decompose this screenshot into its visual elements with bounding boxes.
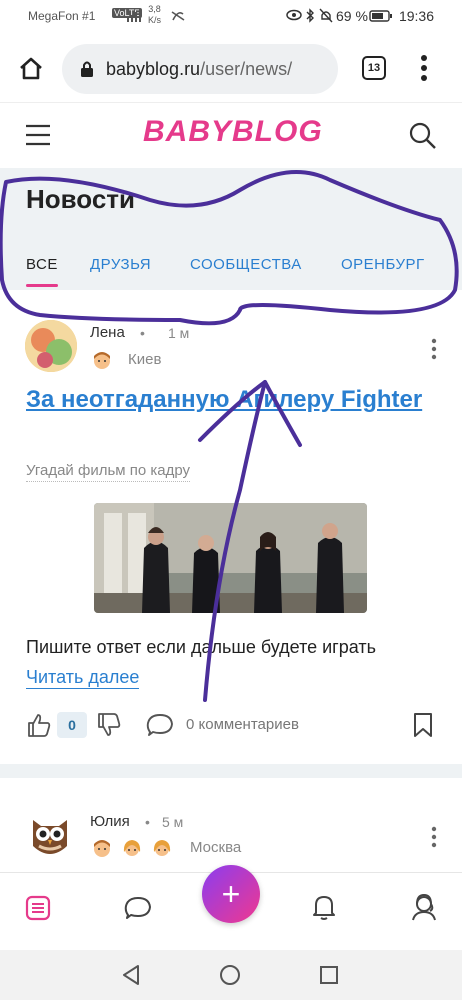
home-circle-icon[interactable] bbox=[219, 964, 241, 986]
post-time-dot: • bbox=[145, 814, 150, 830]
comment-icon[interactable] bbox=[146, 712, 174, 738]
avatar-image bbox=[25, 320, 77, 372]
eye-icon bbox=[286, 9, 302, 21]
bookmark-icon[interactable] bbox=[412, 712, 434, 738]
owl-avatar-image bbox=[25, 810, 75, 860]
feed-separator bbox=[0, 764, 462, 778]
system-nav-bar bbox=[0, 950, 462, 1000]
like-icon[interactable] bbox=[26, 712, 52, 738]
tab-orenburg[interactable]: ОРЕНБУРГ bbox=[341, 256, 425, 273]
create-post-button[interactable]: + bbox=[202, 865, 260, 923]
tab-all[interactable]: ВСЕ bbox=[26, 256, 58, 273]
likes-count: 0 bbox=[57, 712, 87, 738]
read-more-link[interactable]: Читать далее bbox=[26, 667, 140, 689]
child-boy-icon bbox=[94, 352, 110, 369]
home-icon[interactable] bbox=[18, 56, 44, 80]
post-city: Москва bbox=[190, 839, 242, 856]
net-speed-value: 3,8 bbox=[148, 4, 161, 14]
kebab-icon[interactable] bbox=[420, 54, 428, 82]
tab-friends[interactable]: ДРУЗЬЯ bbox=[90, 256, 151, 273]
post-time: 5 м bbox=[162, 814, 184, 830]
battery-icon bbox=[369, 10, 392, 22]
profile-icon[interactable] bbox=[410, 893, 438, 921]
chat-icon[interactable] bbox=[124, 895, 152, 921]
status-bar: MegaFon #1 VoLTE 3,8 K/s 69 % 19:36 bbox=[0, 0, 462, 34]
recents-icon[interactable] bbox=[319, 965, 339, 985]
active-tab-underline bbox=[26, 284, 58, 287]
site-header: BABYBLOG bbox=[0, 102, 462, 168]
movie-frame-image bbox=[94, 503, 367, 613]
lock-icon bbox=[81, 61, 93, 77]
avatar[interactable] bbox=[25, 810, 75, 860]
signal-icon bbox=[127, 9, 141, 22]
post-city: Киев bbox=[128, 351, 162, 368]
net-speed: 3,8 K/s bbox=[148, 4, 161, 26]
clock: 19:36 bbox=[398, 8, 434, 24]
post-menu-icon[interactable] bbox=[430, 826, 438, 848]
url-path: /user/news/ bbox=[200, 58, 293, 79]
net-speed-unit: K/s bbox=[148, 15, 162, 25]
page-title: Новости bbox=[26, 184, 136, 214]
news-section-header: Новости ВСЕ ДРУЗЬЯ СООБЩЕСТВА ОРЕНБУРГ bbox=[0, 168, 462, 290]
mute-bell-icon bbox=[319, 8, 333, 23]
child-girl-icon bbox=[123, 840, 141, 856]
comments-count-link[interactable]: 0 комментариев bbox=[186, 716, 299, 733]
search-icon[interactable] bbox=[408, 121, 438, 151]
post-category-link[interactable]: Угадай фильм по кадру bbox=[26, 462, 191, 482]
tab-communities[interactable]: СООБЩЕСТВА bbox=[190, 256, 302, 273]
bell-icon[interactable] bbox=[312, 893, 336, 921]
url-bar[interactable]: babyblog.ru/user/news/ bbox=[62, 44, 338, 94]
post-title-link[interactable]: За неотгаданную Агилеру Fighter bbox=[26, 384, 426, 416]
post-time: 1 м bbox=[168, 325, 190, 341]
no-disturb-icon bbox=[171, 11, 185, 21]
site-logo[interactable]: BABYBLOG bbox=[143, 115, 323, 149]
post-author[interactable]: Лена bbox=[90, 324, 125, 341]
browser-toolbar: babyblog.ru/user/news/ 13 bbox=[0, 34, 462, 102]
child-boy-icon bbox=[94, 840, 110, 857]
tabs-count-button[interactable]: 13 bbox=[362, 56, 386, 80]
post-card: Юлия • 5 м Москва bbox=[0, 778, 462, 872]
battery-percent: 69 % bbox=[336, 8, 368, 24]
bluetooth-icon bbox=[306, 8, 314, 23]
url-host: babyblog.ru bbox=[106, 58, 201, 79]
feed-icon[interactable] bbox=[25, 895, 51, 921]
back-icon[interactable] bbox=[121, 964, 141, 986]
avatar[interactable] bbox=[25, 320, 77, 372]
child-girl-icon bbox=[153, 840, 171, 856]
post-author[interactable]: Юлия bbox=[90, 813, 130, 830]
post-time-dot: • bbox=[140, 325, 145, 341]
dislike-icon[interactable] bbox=[96, 712, 122, 738]
menu-icon[interactable] bbox=[24, 123, 52, 147]
carrier-label: MegaFon #1 bbox=[28, 9, 96, 23]
post-excerpt: Пишите ответ если дальше будете играть bbox=[26, 637, 376, 657]
post-menu-icon[interactable] bbox=[430, 338, 438, 360]
post-image[interactable] bbox=[94, 503, 367, 613]
